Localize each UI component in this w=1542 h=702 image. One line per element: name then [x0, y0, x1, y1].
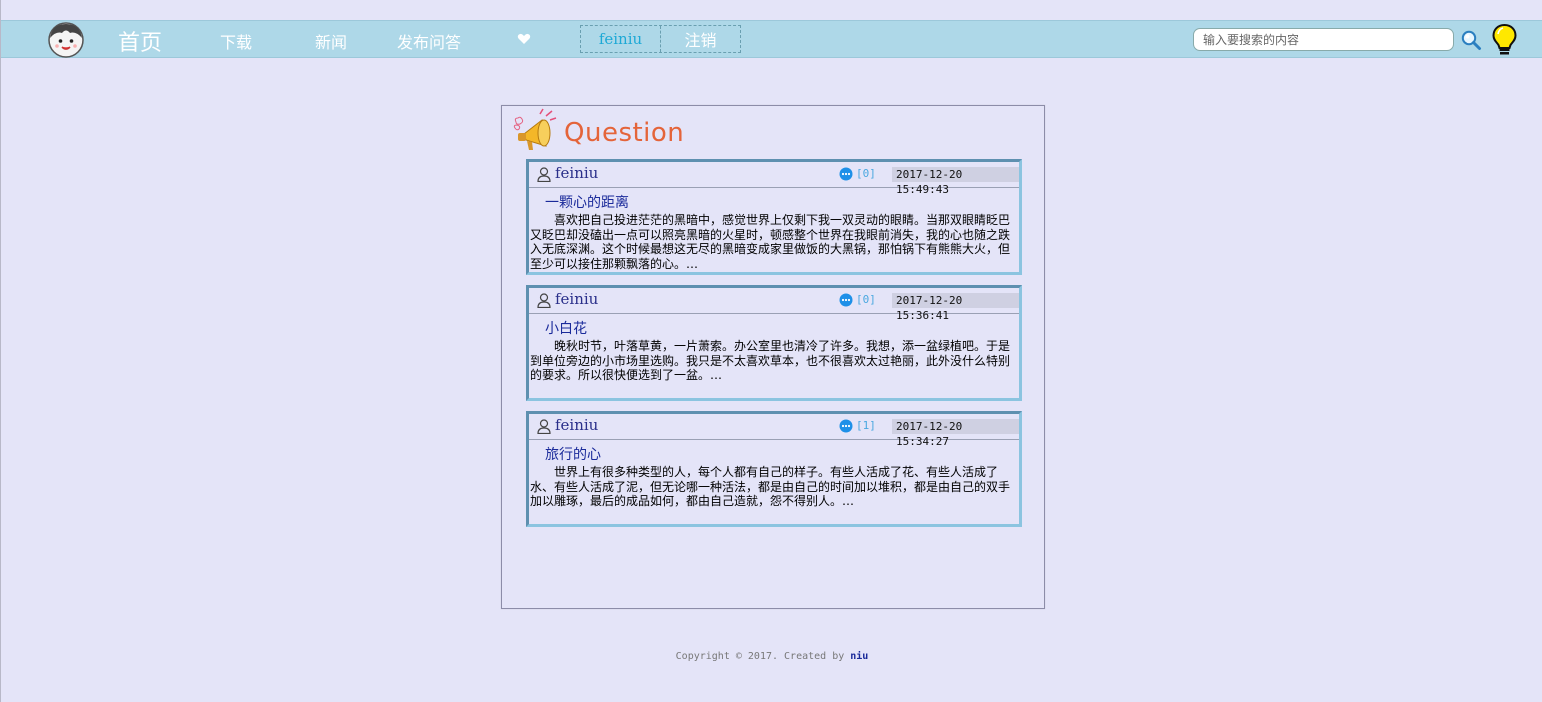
timestamp: 2017-12-20 15:36:41 [892, 293, 1019, 322]
timestamp: 2017-12-20 15:34:27 [892, 419, 1019, 448]
card-header: feiniu [0] 2017-12-20 15:49:43 [529, 162, 1019, 196]
comment-count: [1] [856, 419, 876, 432]
comment-icon[interactable] [839, 167, 853, 181]
footer: Copyright © 2017. Created by niu [1, 651, 1542, 662]
user-icon [537, 419, 551, 434]
megaphone-icon [513, 108, 557, 150]
question-excerpt: 世界上有很多种类型的人，每个人都有自己的样子。有些人活成了花、有些人活成了水、有… [530, 465, 1011, 509]
question-title[interactable]: 旅行的心 [545, 444, 601, 464]
username-link[interactable]: feiniu [581, 26, 661, 52]
author-name[interactable]: feiniu [555, 164, 598, 182]
user-box: feiniu 注销 [580, 25, 741, 53]
heart-icon[interactable] [517, 32, 531, 46]
page: 首页 下载 新闻 发布问答 feiniu 注销 输入要搜索的内容 Questio… [0, 0, 1542, 702]
nav-download-link[interactable]: 下载 [220, 29, 252, 53]
user-icon [537, 167, 551, 182]
card-header: feiniu [1] 2017-12-20 15:34:27 [529, 414, 1019, 448]
logout-link[interactable]: 注销 [661, 26, 740, 52]
top-navbar: 首页 下载 新闻 发布问答 feiniu 注销 [1, 20, 1542, 58]
question-title[interactable]: 小白花 [545, 318, 587, 338]
comment-icon[interactable] [839, 419, 853, 433]
question-card[interactable]: feiniu [1] 2017-12-20 15:34:27 旅行的心 世界上有… [526, 411, 1022, 527]
question-card[interactable]: feiniu [0] 2017-12-20 15:36:41 小白花 晚秋时节，… [526, 285, 1022, 401]
question-excerpt: 晚秋时节，叶落草黄，一片萧索。办公室里也清冷了许多。我想，添一盆绿植吧。于是到单… [530, 339, 1011, 383]
nav-ask-link[interactable]: 发布问答 [397, 29, 461, 53]
footer-author-link[interactable]: niu [850, 651, 868, 662]
question-panel: Question feiniu [0] 2017-12-20 15:49:43 … [501, 105, 1045, 609]
question-title[interactable]: 一颗心的距离 [545, 192, 629, 212]
author-name[interactable]: feiniu [555, 290, 598, 308]
comment-count: [0] [856, 293, 876, 306]
timestamp: 2017-12-20 15:49:43 [892, 167, 1019, 196]
search-icon[interactable] [1460, 29, 1482, 51]
avatar[interactable] [48, 22, 84, 58]
question-card[interactable]: feiniu [0] 2017-12-20 15:49:43 一颗心的距离 喜欢… [526, 159, 1022, 275]
comment-count: [0] [856, 167, 876, 180]
card-header: feiniu [0] 2017-12-20 15:36:41 [529, 288, 1019, 322]
comment-icon[interactable] [839, 293, 853, 307]
nav-home-link[interactable]: 首页 [118, 25, 162, 57]
footer-copyright: Copyright © 2017. Created by [675, 651, 851, 662]
panel-title: Question [564, 118, 685, 148]
question-excerpt: 喜欢把自己投进茫茫的黑暗中，感觉世界上仅剩下我一双灵动的眼睛。当那双眼睛眨巴又眨… [530, 213, 1011, 271]
search-input[interactable] [1193, 28, 1454, 51]
author-name[interactable]: feiniu [555, 416, 598, 434]
user-icon [537, 293, 551, 308]
lightbulb-icon[interactable] [1491, 23, 1518, 57]
nav-news-link[interactable]: 新闻 [315, 29, 347, 53]
